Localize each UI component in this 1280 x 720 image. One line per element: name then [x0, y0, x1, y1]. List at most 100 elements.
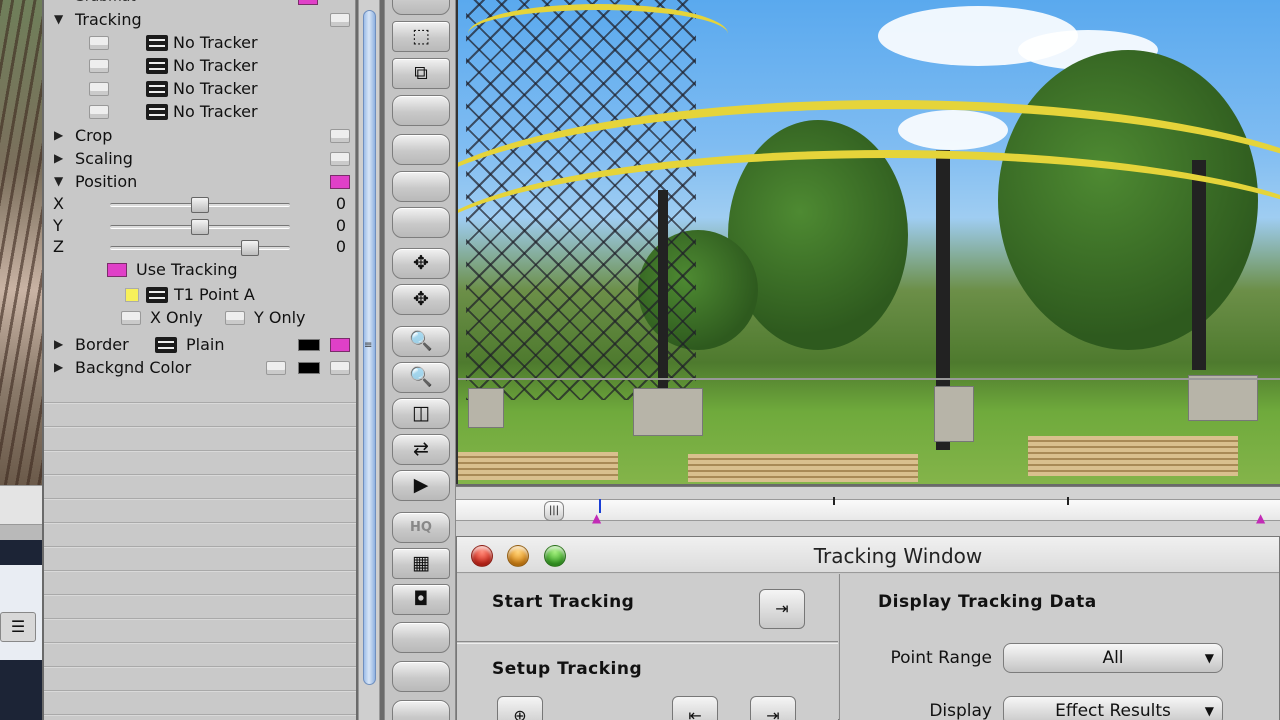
zoom-out-icon[interactable]: 🔍	[392, 326, 450, 357]
slider-thumb[interactable]	[191, 197, 209, 213]
scaling-section-header[interactable]: ▶ Scaling	[44, 147, 356, 170]
keyframe-enabled-indicator[interactable]	[330, 338, 350, 352]
tracker-row[interactable]: No Tracker	[44, 31, 356, 54]
tracker-icon[interactable]	[146, 287, 168, 303]
footing	[1188, 375, 1258, 421]
video-preview[interactable]	[456, 0, 1280, 484]
timeline-scrubber[interactable]: |||	[544, 501, 564, 521]
crop-section-header[interactable]: ▶ Crop	[44, 124, 356, 147]
source-thumbnail-fragment	[0, 0, 42, 485]
in-point-marker[interactable]: ▲	[592, 511, 601, 525]
tool-button-blank[interactable]	[392, 207, 450, 238]
position-section-header[interactable]: ▼ Position	[44, 170, 356, 193]
keyframe-button[interactable]	[89, 36, 109, 50]
setup-tracking-section: Setup Tracking ⊕ ⇤ ⇥	[457, 643, 838, 720]
background-color-swatch[interactable]	[298, 362, 320, 374]
y-only-checkbox[interactable]	[225, 311, 245, 325]
tracker-row[interactable]: No Tracker	[44, 100, 356, 123]
keyframe-button[interactable]	[89, 105, 109, 119]
left-window-fragment: ☰	[0, 0, 42, 720]
footing	[934, 386, 974, 442]
source-timeline-fragment	[0, 485, 42, 525]
bench	[1028, 436, 1238, 476]
collapsed-triangle-icon[interactable]: ▶	[54, 147, 63, 170]
display-tracking-data-section: Display Tracking Data Point Range All ▼ …	[839, 574, 1279, 720]
move-all-icon[interactable]: ✥	[392, 284, 450, 315]
position-y-slider[interactable]	[110, 219, 290, 235]
position-x-slider[interactable]	[110, 197, 290, 213]
enable-keyframe-button[interactable]	[330, 361, 350, 375]
collapsed-triangle-icon[interactable]: ▶	[54, 356, 63, 379]
collapsed-triangle-icon[interactable]: ▶	[54, 333, 63, 356]
move-icon[interactable]: ✥	[392, 248, 450, 279]
footing	[633, 388, 703, 436]
tracker-grid-icon[interactable]: ▦	[392, 548, 450, 579]
panel-scrollbar[interactable]	[358, 0, 380, 720]
play-icon[interactable]: ▶	[392, 470, 450, 501]
tool-button-blank[interactable]	[392, 661, 450, 692]
use-tracking-checkbox[interactable]	[107, 263, 127, 277]
window-title: Tracking Window	[813, 544, 983, 568]
frame-icon[interactable]: ◘	[392, 584, 450, 615]
enable-keyframe-button[interactable]	[330, 13, 350, 27]
tracking-section-header[interactable]: ▼ Tracking	[44, 8, 356, 31]
keyframe-indicator[interactable]	[298, 0, 318, 5]
timeline-track[interactable]	[456, 499, 1280, 521]
display-popup[interactable]: Effect Results ▼	[1003, 696, 1223, 720]
enable-keyframe-button[interactable]	[330, 152, 350, 166]
splitter-grip-icon[interactable]: ≡	[364, 340, 372, 351]
swap-icon[interactable]: ⇄	[392, 434, 450, 465]
position-z-slider[interactable]	[110, 240, 290, 256]
fence	[458, 378, 1280, 380]
marquee-icon[interactable]: ⬚	[392, 21, 450, 52]
border-color-swatch[interactable]	[298, 339, 320, 351]
hq-button[interactable]: HQ	[392, 512, 450, 543]
out-point-marker[interactable]: ▲	[1256, 511, 1265, 525]
tool-button-blank[interactable]	[392, 95, 450, 126]
keyframe-button[interactable]	[89, 82, 109, 96]
tracker-icon[interactable]	[146, 81, 168, 97]
tracker-icon[interactable]	[146, 104, 168, 120]
zoom-in-icon[interactable]: 🔍	[392, 362, 450, 393]
menu-icon[interactable]: ☰	[0, 612, 36, 642]
slider-thumb[interactable]	[191, 219, 209, 235]
window-title-bar[interactable]: Tracking Window	[457, 537, 1279, 573]
tracker-icon[interactable]	[146, 35, 168, 51]
border-section-header[interactable]: ▶ Border Plain	[44, 333, 356, 356]
keyframe-button[interactable]	[89, 59, 109, 73]
track-forward-button[interactable]: ⇥	[750, 696, 796, 720]
tool-button[interactable]	[392, 0, 450, 15]
reduce-icon[interactable]: ⧉	[392, 58, 450, 89]
point-range-popup[interactable]: All ▼	[1003, 643, 1223, 673]
tracker-row[interactable]: No Tracker	[44, 54, 356, 77]
collapsed-triangle-icon[interactable]: ▶	[54, 124, 63, 147]
tracker-point-row[interactable]: T1 Point A	[44, 283, 356, 306]
tool-button-blank[interactable]	[392, 700, 450, 720]
backgnd-color-section-header[interactable]: ▶ Backgnd Color	[44, 356, 356, 379]
bench	[458, 452, 618, 480]
eyedropper-icon[interactable]	[266, 361, 286, 375]
tracker-color-swatch[interactable]	[125, 288, 139, 302]
timeline-bar[interactable]: ||| ▲ ▲	[456, 486, 1280, 536]
expanded-triangle-icon[interactable]: ▼	[54, 170, 63, 193]
add-tracker-button[interactable]: ⊕	[497, 696, 543, 720]
position-x-row: X 0	[53, 194, 346, 213]
tool-button-blank[interactable]	[392, 134, 450, 165]
use-tracking-row[interactable]: Use Tracking	[44, 258, 356, 281]
tool-button-blank[interactable]	[392, 171, 450, 202]
x-only-checkbox[interactable]	[121, 311, 141, 325]
tracker-icon[interactable]	[146, 58, 168, 74]
position-y-row: Y 0	[53, 216, 346, 235]
start-tracking-button[interactable]: ⇥	[759, 589, 805, 629]
keyframe-enabled-indicator[interactable]	[330, 175, 350, 189]
position-z-row: Z 0	[53, 237, 346, 256]
enable-keyframe-button[interactable]	[330, 129, 350, 143]
track-backward-button[interactable]: ⇤	[672, 696, 718, 720]
timeline-tick	[1067, 497, 1069, 505]
slider-thumb[interactable]	[241, 240, 260, 256]
split-icon[interactable]: ◫	[392, 398, 450, 429]
expanded-triangle-icon[interactable]: ▼	[54, 8, 63, 31]
tool-button-blank[interactable]	[392, 622, 450, 653]
tracker-row[interactable]: No Tracker	[44, 77, 356, 100]
border-style-icon[interactable]	[155, 337, 177, 353]
